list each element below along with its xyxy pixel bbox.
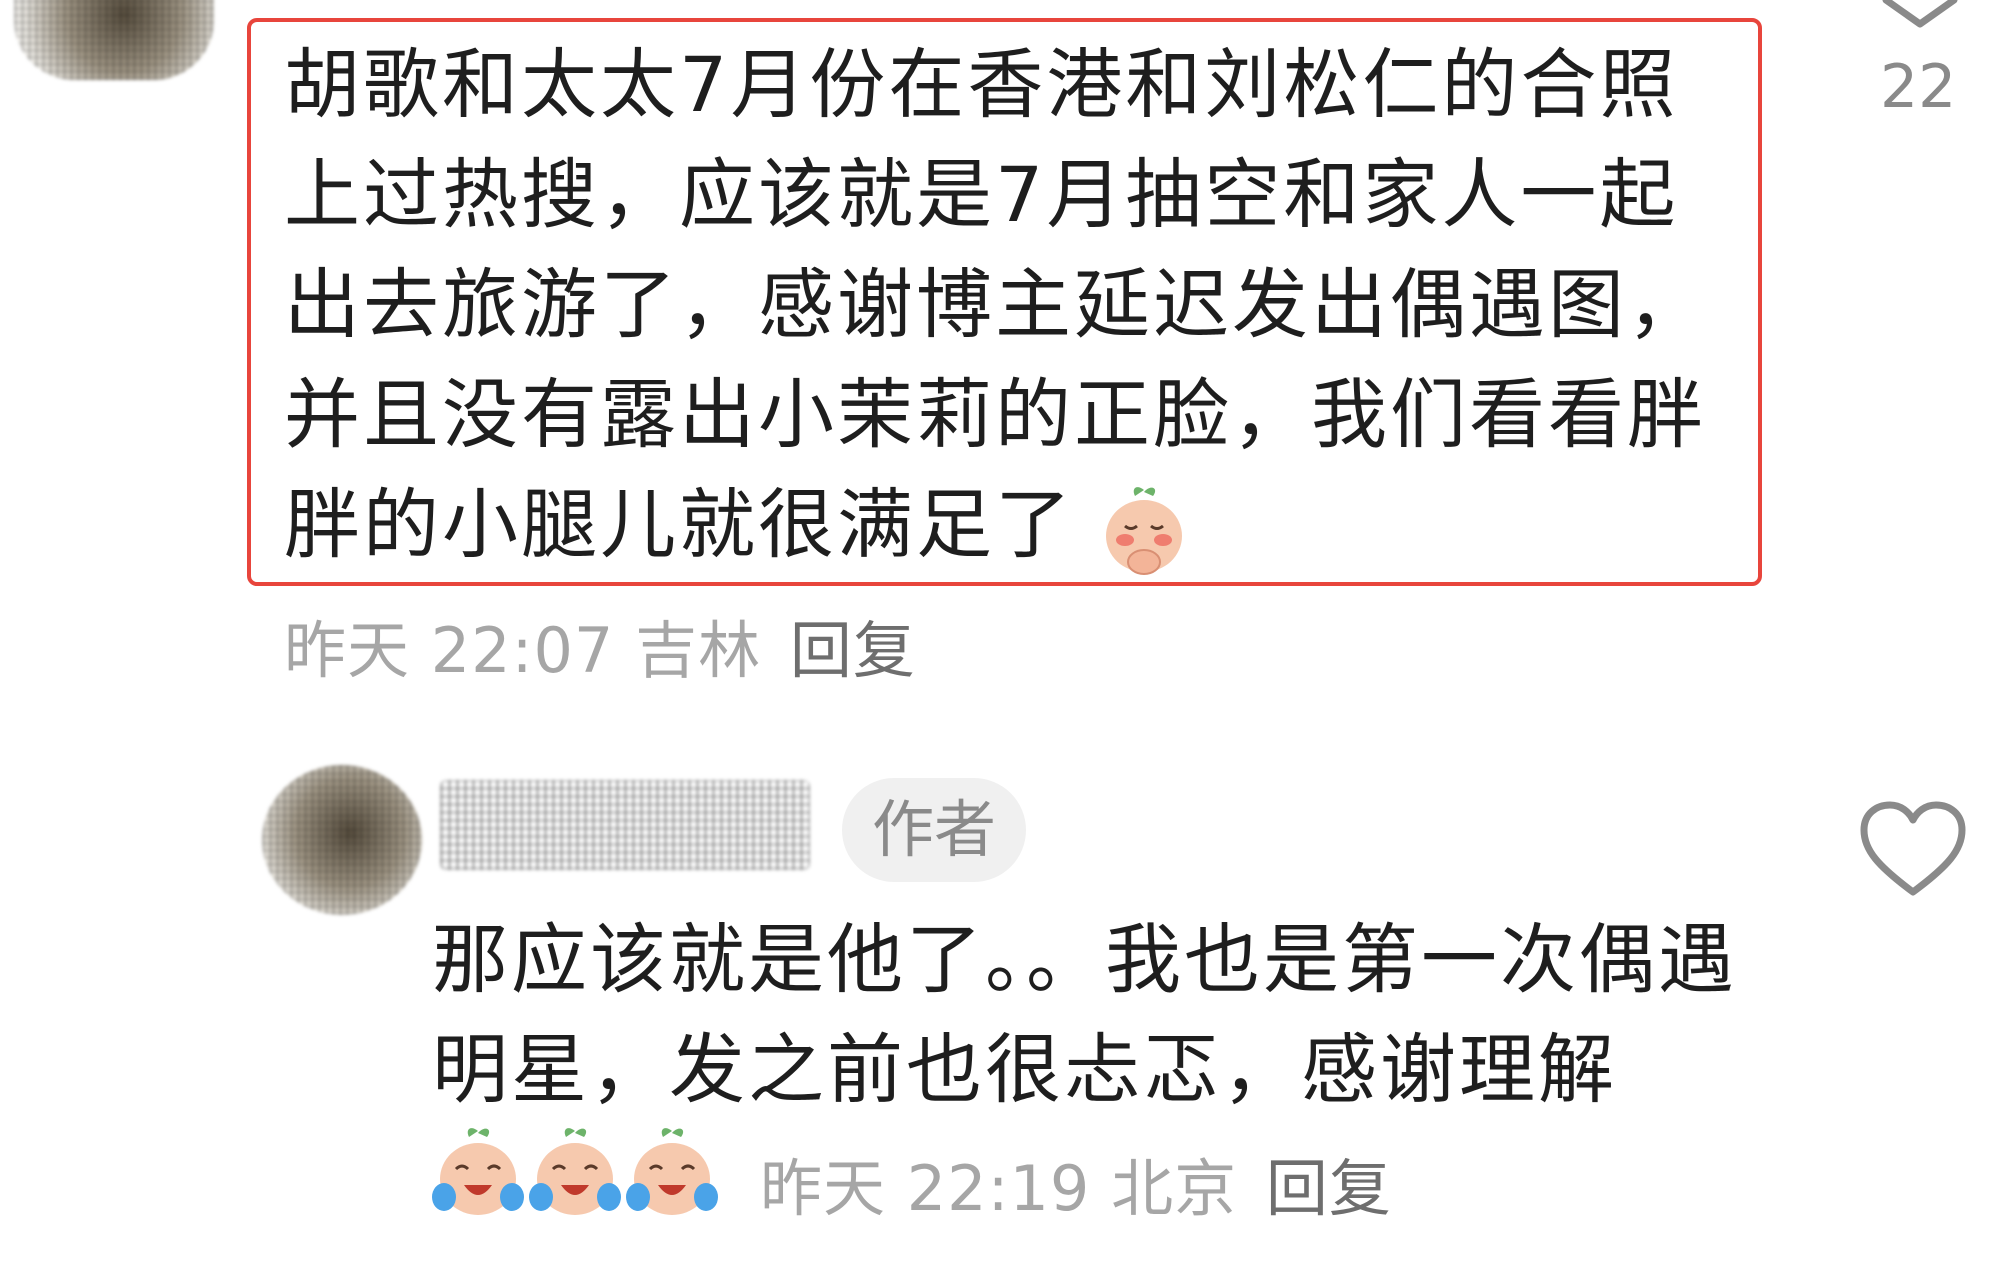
comment-meta: 昨天 22:07 吉林 回复 bbox=[284, 600, 916, 690]
avatar[interactable] bbox=[14, 0, 214, 80]
comment-location: 北京 bbox=[1111, 1152, 1238, 1225]
avatar[interactable] bbox=[262, 765, 422, 915]
peach-pray-emoji bbox=[1106, 487, 1183, 575]
emoji-row bbox=[432, 1125, 719, 1225]
reply-button[interactable]: 回复 bbox=[790, 614, 916, 687]
peach-crying-laugh-emoji bbox=[626, 1128, 719, 1215]
peach-crying-laugh-emoji bbox=[529, 1128, 622, 1215]
heart-icon[interactable] bbox=[1858, 800, 1968, 900]
author-badge: 作者 bbox=[842, 778, 1026, 882]
username[interactable] bbox=[440, 780, 810, 870]
reply-button[interactable]: 回复 bbox=[1266, 1152, 1392, 1225]
comment-location: 吉林 bbox=[635, 614, 762, 687]
comment-time: 昨天 22:19 bbox=[760, 1152, 1091, 1225]
comment-text: 那应该就是他了。。我也是第一次偶遇明星，发之前也很忐忑，感谢理解 bbox=[432, 915, 1737, 1114]
like-count: 22 bbox=[1880, 52, 1957, 122]
heart-icon[interactable] bbox=[1880, 0, 1960, 30]
comment-time: 昨天 22:07 bbox=[284, 614, 615, 687]
peach-crying-laugh-emoji bbox=[432, 1128, 524, 1215]
comment-meta: 昨天 22:19 北京 回复 bbox=[760, 1138, 1392, 1228]
comment-body: 胡歌和太太7月份在香港和刘松仁的合照上过热搜，应该就是7月抽空和家人一起出去旅游… bbox=[284, 40, 1706, 569]
comment-text: 胡歌和太太7月份在香港和刘松仁的合照上过热搜，应该就是7月抽空和家人一起出去旅游… bbox=[284, 30, 1744, 580]
